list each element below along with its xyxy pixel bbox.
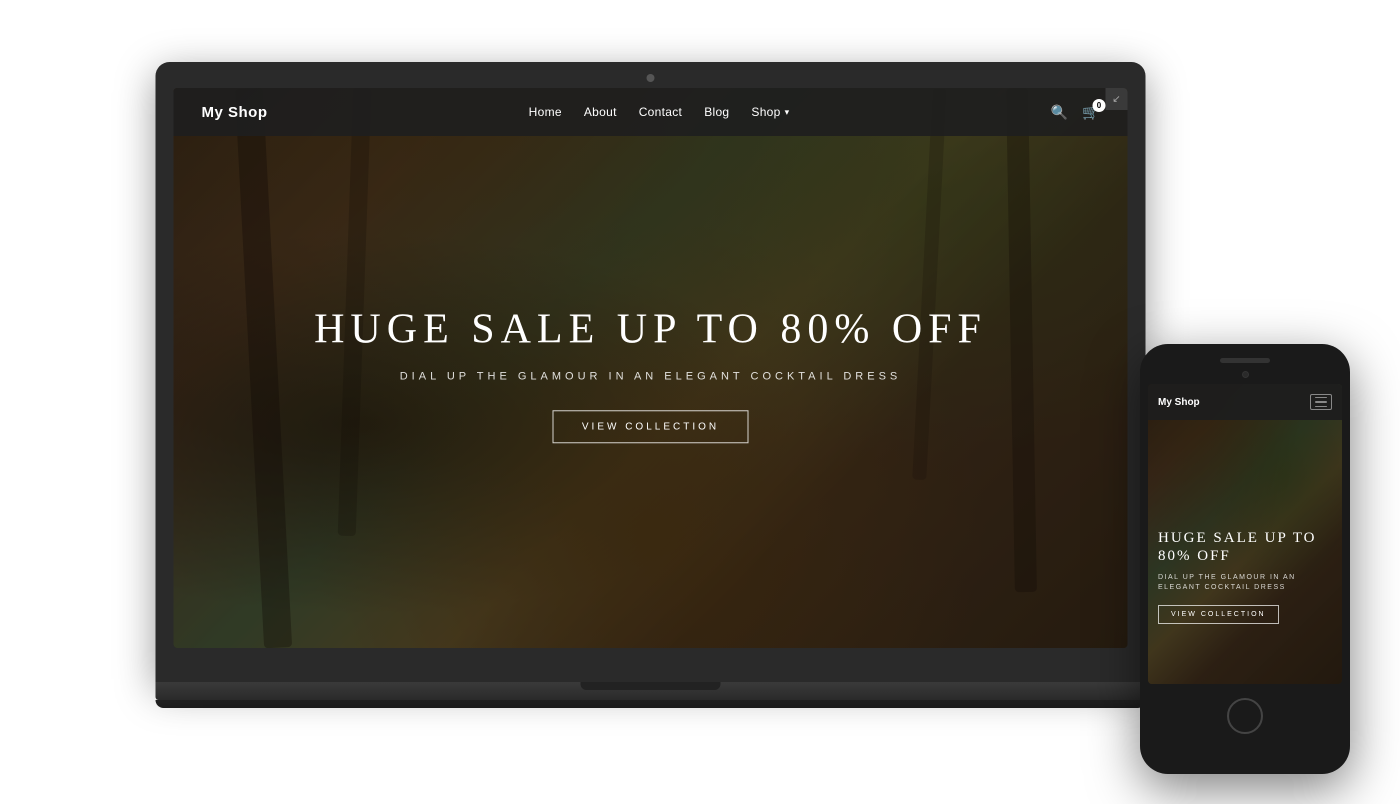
nav-shop[interactable]: Shop ▾ [751, 105, 789, 119]
phone-hero-title: HUGE SALE UP TO 80% OFF [1158, 529, 1332, 565]
menu-line-3 [1315, 406, 1327, 407]
phone-device: My Shop HUGE SALE UP TO 80% OFF DIAL UP … [1140, 344, 1350, 774]
laptop-device: My Shop Home About Contact Blog Shop ▾ 🔍 [156, 62, 1146, 742]
scene: My Shop Home About Contact Blog Shop ▾ 🔍 [0, 0, 1400, 804]
nav-home[interactable]: Home [529, 105, 562, 119]
search-icon[interactable]: 🔍 [1051, 104, 1068, 121]
view-collection-button[interactable]: VIEW COLLECTION [553, 410, 748, 443]
phone-bottom [1148, 694, 1342, 734]
menu-line-1 [1315, 397, 1327, 398]
phone-camera [1242, 371, 1249, 378]
phone-site-logo: My Shop [1158, 397, 1200, 408]
laptop-camera [647, 74, 655, 82]
nav-icons: 🔍 🛒 0 [1051, 104, 1100, 121]
nav-contact[interactable]: Contact [639, 105, 682, 119]
phone-header: My Shop [1148, 384, 1342, 420]
phone-view-collection-button[interactable]: VIEW COLLECTION [1158, 605, 1279, 624]
phone-home-button[interactable] [1227, 698, 1263, 734]
phone-hero-subtitle: DIAL UP THE GLAMOUR IN AN ELEGANT COCKTA… [1158, 573, 1332, 593]
site-logo: My Shop [202, 104, 268, 121]
phone-speaker [1220, 358, 1270, 363]
laptop-notch [581, 682, 721, 690]
cart-icon[interactable]: 🛒 0 [1082, 104, 1099, 121]
chevron-down-icon: ▾ [785, 107, 790, 118]
screen-header: My Shop Home About Contact Blog Shop ▾ 🔍 [174, 88, 1128, 136]
nav-about[interactable]: About [584, 105, 617, 119]
hero-title: HUGE SALE UP TO 80% OFF [301, 306, 1001, 352]
screen-minimize-icon[interactable] [1106, 88, 1128, 110]
phone-hero-text-area: HUGE SALE UP TO 80% OFF DIAL UP THE GLAM… [1158, 529, 1332, 624]
laptop-base [156, 682, 1146, 700]
phone-screen: My Shop HUGE SALE UP TO 80% OFF DIAL UP … [1148, 384, 1342, 684]
phone-menu-button[interactable] [1310, 394, 1332, 410]
menu-line-2 [1315, 401, 1327, 402]
main-nav: Home About Contact Blog Shop ▾ [529, 105, 790, 119]
nav-blog[interactable]: Blog [704, 105, 729, 119]
hero-subtitle: DIAL UP THE GLAMOUR IN AN ELEGANT COCKTA… [301, 370, 1001, 382]
laptop-screen: My Shop Home About Contact Blog Shop ▾ 🔍 [174, 88, 1128, 648]
hero-text-area: HUGE SALE UP TO 80% OFF DIAL UP THE GLAM… [301, 306, 1001, 443]
laptop-body: My Shop Home About Contact Blog Shop ▾ 🔍 [156, 62, 1146, 682]
cart-badge: 0 [1092, 99, 1105, 112]
laptop-stand [156, 700, 1146, 708]
